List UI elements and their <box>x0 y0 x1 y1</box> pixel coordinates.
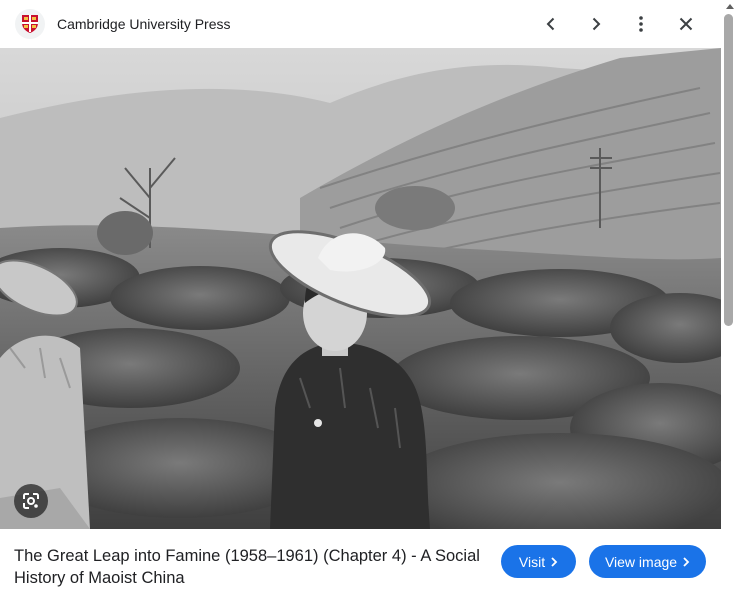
cambridge-shield-icon <box>22 15 38 33</box>
scrollbar-thumb[interactable] <box>724 14 733 326</box>
scroll-up-arrow-icon[interactable] <box>726 4 734 9</box>
preview-image[interactable] <box>0 48 721 529</box>
next-button[interactable] <box>582 10 610 38</box>
viewer-header: Cambridge University Press <box>0 0 721 48</box>
google-lens-icon <box>23 493 39 509</box>
lens-search-button[interactable] <box>14 484 48 518</box>
more-options-button[interactable] <box>627 10 655 38</box>
site-name[interactable]: Cambridge University Press <box>57 16 231 32</box>
chevron-left-icon <box>546 17 555 31</box>
visit-button[interactable]: Visit <box>501 545 576 578</box>
close-button[interactable] <box>672 10 700 38</box>
image-caption[interactable]: The Great Leap into Famine (1958–1961) (… <box>14 545 484 589</box>
view-image-button[interactable]: View image <box>589 545 706 578</box>
view-image-label: View image <box>604 553 678 570</box>
visit-label: Visit <box>518 553 546 570</box>
chevron-right-icon <box>592 17 601 31</box>
photo-scene <box>0 48 721 529</box>
more-vert-icon <box>639 16 643 32</box>
chevron-right-icon <box>683 556 690 567</box>
close-icon <box>679 17 693 31</box>
site-logo[interactable] <box>15 9 45 39</box>
previous-button[interactable] <box>537 10 565 38</box>
chevron-right-icon <box>551 556 558 567</box>
